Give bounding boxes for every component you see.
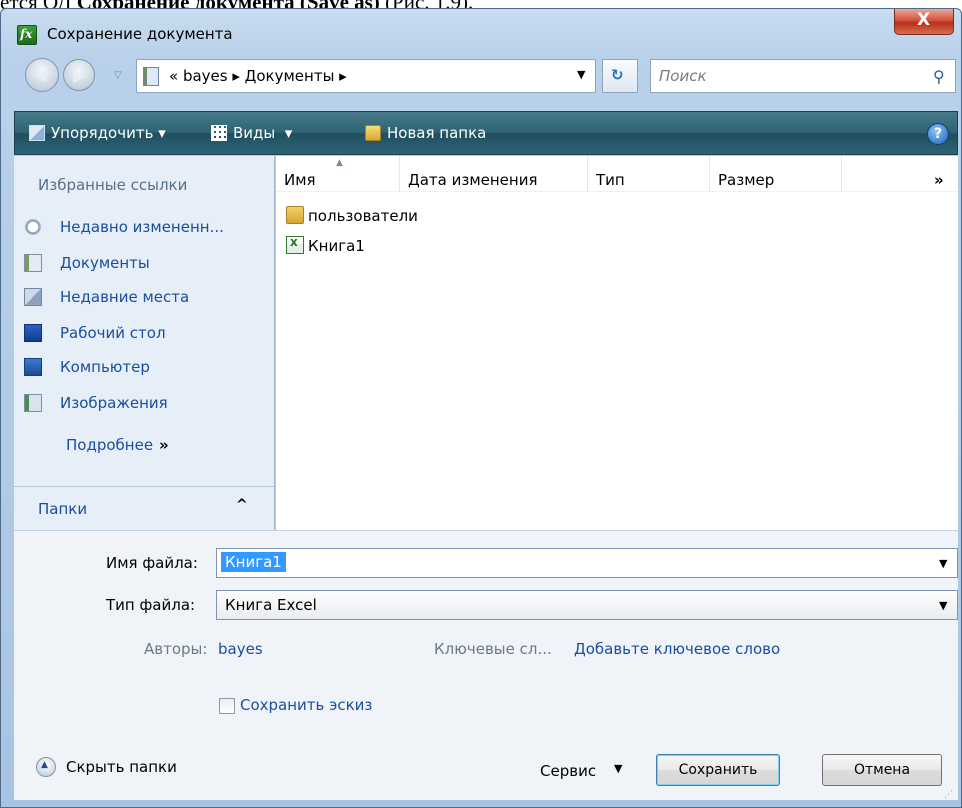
save-thumbnail-label[interactable]: Сохранить эскиз — [240, 696, 372, 714]
nav-link-label: Компьютер — [60, 358, 150, 376]
cancel-button[interactable]: Отмена — [822, 754, 942, 786]
folders-toggle[interactable]: Папки ^ — [14, 486, 274, 530]
double-chevron-icon: » — [159, 436, 169, 454]
computer-icon — [24, 358, 42, 376]
excel-app-icon — [17, 25, 37, 45]
folder-icon — [286, 206, 304, 224]
hide-folders-button[interactable]: Скрыть папки — [36, 757, 177, 777]
keywords-field[interactable]: Добавьте ключевое слово — [574, 640, 780, 658]
title-bar[interactable]: Сохранение документа X — [1, 9, 961, 55]
column-header-type[interactable]: Тип — [588, 156, 710, 192]
breadcrumb[interactable]: « bayes ▸ Документы ▸ — [169, 67, 347, 85]
filetype-label: Тип файла: — [106, 596, 196, 614]
refresh-button[interactable]: ↻ — [602, 59, 638, 93]
history-dropdown-icon[interactable]: ▽ — [114, 70, 122, 81]
authors-label: Авторы: — [144, 640, 208, 658]
close-button[interactable]: X — [894, 9, 954, 35]
help-icon[interactable]: ? — [927, 123, 949, 145]
nav-link-recent[interactable]: Недавно измененн... — [24, 218, 224, 236]
navigation-pane: Избранные ссылки Недавно измененн... Док… — [14, 156, 275, 530]
organize-button[interactable]: Упорядочить ▾ — [29, 124, 166, 142]
favorite-links-heading: Избранные ссылки — [38, 176, 188, 194]
resize-grip-icon[interactable]: ⋰ — [944, 790, 953, 800]
save-button[interactable]: Сохранить — [656, 754, 780, 786]
column-label: Размер — [718, 171, 775, 189]
filename-field[interactable]: Книга1 ▼ — [216, 548, 958, 578]
pictures-icon — [24, 394, 42, 412]
back-button[interactable] — [25, 58, 59, 92]
list-item-label: Книга1 — [308, 237, 365, 255]
nav-link-documents[interactable]: Документы — [24, 254, 150, 272]
search-placeholder: Поиск — [659, 67, 707, 85]
documents-icon — [24, 254, 42, 272]
chevron-down-icon[interactable]: ▼ — [577, 68, 585, 81]
more-label: Подробнее — [66, 436, 154, 454]
authors-field[interactable]: bayes — [218, 640, 263, 658]
nav-link-computer[interactable]: Компьютер — [24, 358, 150, 376]
nav-link-recent-places[interactable]: Недавние места — [24, 288, 189, 306]
nav-link-label: Недавно измененн... — [60, 218, 224, 236]
chevron-down-icon[interactable]: ▼ — [614, 762, 622, 775]
new-folder-label: Новая папка — [387, 124, 487, 142]
filename-value[interactable]: Книга1 — [221, 552, 286, 572]
nav-link-pictures[interactable]: Изображения — [24, 394, 168, 412]
column-header-date[interactable]: Дата изменения — [400, 156, 588, 192]
chevron-down-icon[interactable]: ▼ — [939, 599, 947, 612]
nav-link-label: Рабочий стол — [60, 324, 166, 342]
more-columns-icon[interactable]: » — [926, 156, 958, 192]
window-title: Сохранение документа — [47, 25, 233, 43]
views-button[interactable]: Виды ▾ — [211, 124, 292, 142]
search-icon[interactable]: ⚲ — [933, 67, 945, 86]
nav-link-label: Изображения — [60, 394, 168, 412]
column-label: Дата изменения — [408, 171, 538, 189]
sort-up-icon: ▲ — [336, 158, 343, 168]
views-label: Виды — [233, 124, 276, 142]
column-header-name[interactable]: ▲ Имя — [276, 156, 400, 192]
search-input[interactable]: Поиск ⚲ — [650, 59, 956, 93]
folders-label: Папки — [38, 500, 88, 518]
views-icon — [211, 125, 227, 141]
column-label: Тип — [596, 171, 625, 189]
list-item-label: пользователи — [308, 207, 418, 225]
command-toolbar: Упорядочить ▾ Виды ▾ Новая папка ? — [14, 111, 958, 155]
filename-label: Имя файла: — [106, 554, 198, 572]
collapse-icon — [36, 757, 56, 777]
forward-button[interactable] — [63, 59, 95, 91]
new-folder-button[interactable]: Новая папка — [365, 124, 486, 142]
desktop-icon — [24, 324, 42, 342]
nav-link-desktop[interactable]: Рабочий стол — [24, 324, 166, 342]
more-links-button[interactable]: Подробнее » — [66, 436, 169, 454]
column-header-size[interactable]: Размер — [710, 156, 842, 192]
excel-file-icon — [286, 235, 304, 254]
column-label: Имя — [284, 171, 316, 189]
column-header-row: ▲ Имя Дата изменения Тип Размер » — [276, 156, 958, 192]
new-folder-icon — [365, 125, 381, 141]
filetype-value: Книга Excel — [225, 596, 317, 614]
address-bar[interactable]: « bayes ▸ Документы ▸ ▼ — [136, 59, 596, 93]
nav-link-label: Недавние места — [60, 288, 190, 306]
list-item[interactable]: Книга1 — [286, 235, 365, 255]
documents-folder-icon — [143, 67, 159, 86]
save-thumbnail-checkbox[interactable] — [219, 698, 235, 714]
file-list: ▲ Имя Дата изменения Тип Размер » пользов… — [276, 156, 958, 530]
keywords-label: Ключевые сл... — [434, 640, 552, 658]
filetype-select[interactable]: Книга Excel ▼ — [216, 590, 958, 620]
recent-places-icon — [24, 288, 42, 306]
hide-folders-label: Скрыть папки — [66, 758, 177, 776]
chevron-up-icon: ^ — [236, 497, 248, 513]
tools-button[interactable]: Сервис — [540, 762, 596, 780]
chevron-down-icon[interactable]: ▼ — [939, 557, 947, 570]
list-item[interactable]: пользователи — [286, 206, 418, 225]
refresh-icon: ↻ — [611, 66, 624, 84]
organize-label: Упорядочить — [51, 124, 154, 142]
close-icon: X — [917, 10, 931, 30]
organize-icon — [29, 125, 45, 141]
nav-link-label: Документы — [60, 254, 150, 272]
recent-icon — [24, 218, 42, 236]
